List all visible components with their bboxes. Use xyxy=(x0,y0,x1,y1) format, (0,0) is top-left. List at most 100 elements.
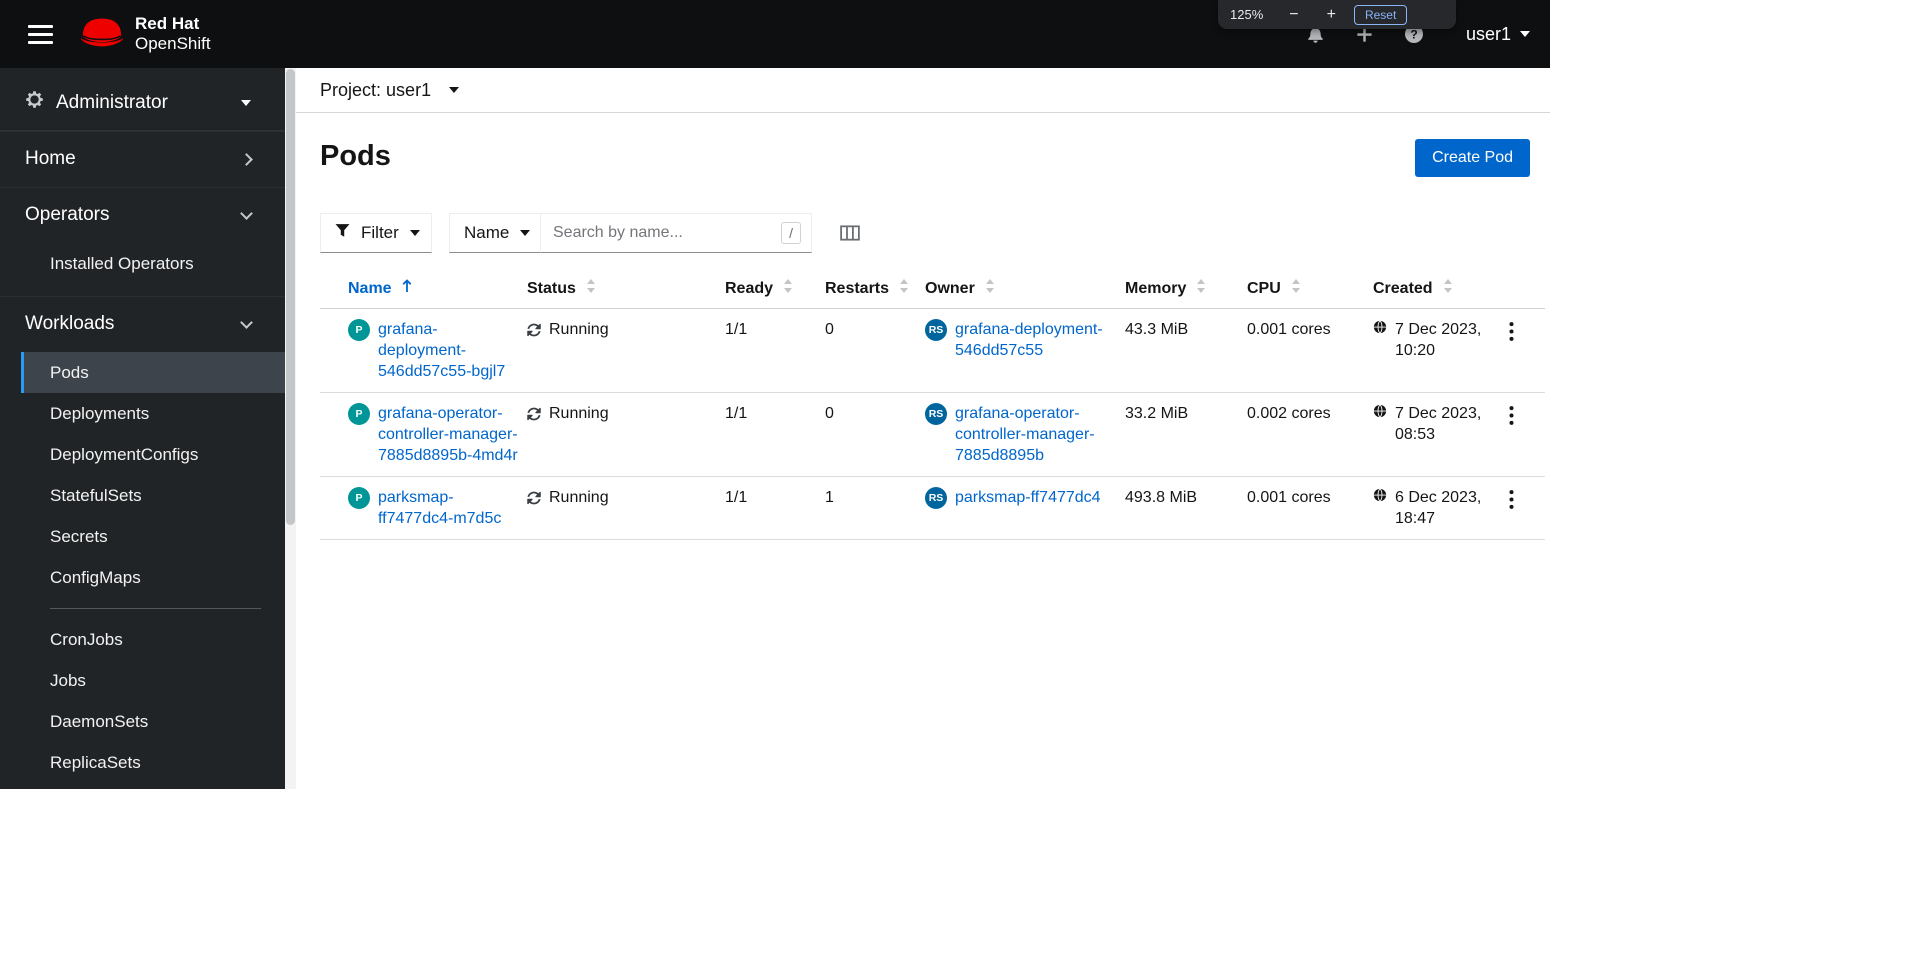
column-label: Ready xyxy=(725,279,774,297)
sidebar-item-secrets[interactable]: Secrets xyxy=(0,516,285,557)
main-content: Project: user1 Pods Create Pod Filter Na… xyxy=(296,68,1550,789)
pod-link[interactable]: grafana-operator-controller-manager-7885… xyxy=(378,403,521,466)
globe-timestamp-icon xyxy=(1373,320,1387,334)
chevron-down-icon xyxy=(520,230,531,236)
zoom-in-button[interactable]: + xyxy=(1325,6,1338,23)
sort-ascending-icon xyxy=(402,279,412,298)
owner-cell: RS parksmap-ff7477dc4 xyxy=(925,476,1125,540)
project-selector[interactable]: Project: user1 xyxy=(320,79,460,101)
user-name: user1 xyxy=(1465,23,1511,44)
column-header-status[interactable]: Status xyxy=(527,271,725,309)
pod-badge-icon: P xyxy=(348,487,370,509)
sidebar-item-pods[interactable]: Pods xyxy=(21,352,285,393)
sidebar-scrollbar-track[interactable] xyxy=(285,68,296,789)
sidebar-item-configmaps[interactable]: ConfigMaps xyxy=(0,557,285,598)
column-header-cpu[interactable]: CPU xyxy=(1247,271,1373,309)
column-header-actions xyxy=(1493,271,1545,309)
column-header-created[interactable]: Created xyxy=(1373,271,1493,309)
column-header-ready[interactable]: Ready xyxy=(725,271,825,309)
sync-running-icon xyxy=(527,407,541,421)
sidebar-scrollbar-thumb[interactable] xyxy=(286,69,295,525)
search-shortcut-hint: / xyxy=(781,222,801,244)
pod-name-cell: Pparksmap-ff7477dc4-m7d5c xyxy=(320,476,527,540)
sort-icon xyxy=(1196,279,1206,298)
chevron-down-icon xyxy=(240,206,253,220)
cpu-cell: 0.001 cores xyxy=(1247,476,1373,540)
table-row: Pgrafana-deployment-546dd57c55-bgjl7 Runn… xyxy=(320,308,1545,393)
sidebar-item-replicasets[interactable]: ReplicaSets xyxy=(0,742,285,783)
nav-section-home[interactable]: Home xyxy=(0,131,285,187)
project-label: Project: user1 xyxy=(320,79,432,100)
search-input[interactable] xyxy=(553,224,774,242)
filter-dropdown[interactable]: Filter xyxy=(320,213,432,253)
kebab-menu-button[interactable] xyxy=(1499,319,1524,347)
cpu-cell: 0.001 cores xyxy=(1247,308,1373,393)
sort-icon xyxy=(586,279,596,298)
nav-subsection-operators: Installed Operators xyxy=(0,243,285,296)
browser-viewport: Red Hat OpenShift ? user1 125% − + Reset… xyxy=(0,0,1550,789)
sort-icon xyxy=(899,279,909,298)
sidebar-item-jobs[interactable]: Jobs xyxy=(0,660,285,701)
zoom-out-button[interactable]: − xyxy=(1287,6,1300,23)
sort-icon xyxy=(985,279,995,298)
sidebar-item-deploymentconfigs[interactable]: DeploymentConfigs xyxy=(0,434,285,475)
column-header-restarts[interactable]: Restarts xyxy=(825,271,925,309)
restarts-cell: 0 xyxy=(825,392,925,477)
pod-badge-icon: P xyxy=(348,319,370,341)
attribute-label: Name xyxy=(464,223,510,242)
nav-section-label: Operators xyxy=(25,204,110,225)
kebab-menu-button[interactable] xyxy=(1499,403,1524,431)
restarts-cell: 1 xyxy=(825,476,925,540)
column-header-owner[interactable]: Owner xyxy=(925,271,1125,309)
column-header-name[interactable]: Name xyxy=(320,271,527,309)
brand-line1: Red Hat xyxy=(135,14,200,33)
column-label: Created xyxy=(1373,279,1433,297)
column-management-button[interactable] xyxy=(836,221,864,245)
ready-cell: 1/1 xyxy=(725,308,825,393)
chevron-down-icon xyxy=(1520,31,1530,37)
pod-link[interactable]: parksmap-ff7477dc4-m7d5c xyxy=(378,487,521,529)
created-text: 6 Dec 2023, 18:47 xyxy=(1395,489,1482,527)
user-menu[interactable]: user1 xyxy=(1466,24,1530,45)
toolbar: Filter Name / xyxy=(320,213,1550,253)
replicaset-badge-icon: RS xyxy=(925,319,947,341)
search-attribute-dropdown[interactable]: Name xyxy=(449,213,541,253)
memory-cell: 43.3 MiB xyxy=(1125,308,1247,393)
column-header-memory[interactable]: Memory xyxy=(1125,271,1247,309)
page-header: Pods Create Pod xyxy=(296,113,1550,177)
brand-line2: OpenShift xyxy=(135,34,211,53)
sidebar-item-deployments[interactable]: Deployments xyxy=(0,393,285,434)
created-cell: 7 Dec 2023, 08:53 xyxy=(1373,392,1493,477)
perspective-switcher[interactable]: Administrator xyxy=(0,74,285,131)
status-cell: Running xyxy=(527,476,725,540)
owner-link[interactable]: grafana-deployment-546dd57c55 xyxy=(955,319,1109,361)
sidebar-item-replicationcontrollers[interactable]: ReplicationControllers xyxy=(0,783,285,789)
pod-link[interactable]: grafana-deployment-546dd57c55-bgjl7 xyxy=(378,319,521,382)
cpu-cell: 0.002 cores xyxy=(1247,392,1373,477)
replicaset-badge-icon: RS xyxy=(925,403,947,425)
table-row: Pparksmap-ff7477dc4-m7d5c Running 1/1 1 RS pa… xyxy=(320,476,1545,540)
nav-section-operators[interactable]: Operators xyxy=(0,187,285,243)
sidebar-item-statefulsets[interactable]: StatefulSets xyxy=(0,475,285,516)
created-text: 7 Dec 2023, 08:53 xyxy=(1395,405,1482,443)
nav-toggle-button[interactable] xyxy=(22,19,59,50)
filter-icon xyxy=(335,223,350,243)
nav-section-workloads[interactable]: Workloads xyxy=(0,296,285,352)
create-pod-button[interactable]: Create Pod xyxy=(1415,139,1530,177)
owner-link[interactable]: grafana-operator-controller-manager-7885… xyxy=(955,403,1109,466)
replicaset-badge-icon: RS xyxy=(925,487,947,509)
created-cell: 6 Dec 2023, 18:47 xyxy=(1373,476,1493,540)
sidebar-item-cronjobs[interactable]: CronJobs xyxy=(0,619,285,660)
filter-label: Filter xyxy=(361,223,399,242)
zoom-level: 125% xyxy=(1230,7,1264,22)
sidebar-item-daemonsets[interactable]: DaemonSets xyxy=(0,701,285,742)
chevron-down-icon xyxy=(409,230,420,236)
memory-cell: 33.2 MiB xyxy=(1125,392,1247,477)
pod-name-cell: Pgrafana-deployment-546dd57c55-bgjl7 xyxy=(320,308,527,393)
kebab-menu-button[interactable] xyxy=(1499,487,1524,515)
owner-link[interactable]: parksmap-ff7477dc4 xyxy=(955,487,1109,508)
actions-cell xyxy=(1493,308,1545,393)
zoom-reset-button[interactable]: Reset xyxy=(1353,4,1408,25)
sidebar-item-installed-operators[interactable]: Installed Operators xyxy=(0,243,285,284)
svg-text:?: ? xyxy=(1410,28,1417,42)
